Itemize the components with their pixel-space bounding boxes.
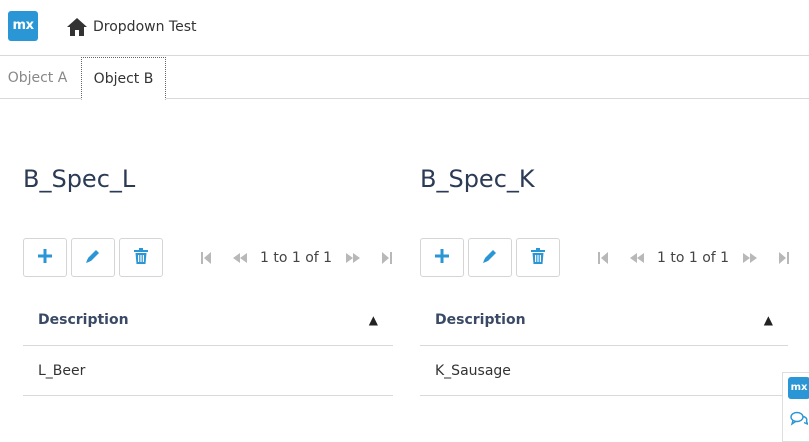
- feedback-chat-icon[interactable]: [790, 411, 809, 431]
- pencil-icon: [85, 248, 101, 268]
- plus-icon: [38, 248, 52, 267]
- pager-text: 1 to 1 of 1: [260, 249, 333, 266]
- panel-title: B_Spec_L: [23, 165, 136, 193]
- last-page-icon[interactable]: [773, 248, 795, 268]
- last-page-icon[interactable]: [376, 248, 398, 268]
- previous-page-icon[interactable]: [229, 248, 251, 268]
- tab-object-a[interactable]: Object A: [0, 57, 75, 99]
- tab-bar: Object A Object B: [0, 57, 809, 100]
- column-header-label: Description: [435, 312, 526, 328]
- pager: 1 to 1 of 1: [592, 238, 795, 277]
- grid-toolbar: 1 to 1 of 1: [23, 238, 393, 278]
- first-page-icon[interactable]: [592, 248, 614, 268]
- previous-page-icon[interactable]: [626, 248, 648, 268]
- app-header: mx Dropdown Test: [0, 0, 809, 56]
- mendix-logo[interactable]: mx: [8, 11, 38, 41]
- edit-button[interactable]: [71, 238, 115, 277]
- pager-text: 1 to 1 of 1: [657, 249, 730, 266]
- column-header-description[interactable]: Description ▲: [23, 295, 393, 346]
- tab-object-b[interactable]: Object B: [81, 57, 166, 100]
- table-row[interactable]: L_Beer: [23, 346, 393, 396]
- first-page-icon[interactable]: [195, 248, 217, 268]
- mendix-logo-icon[interactable]: mx: [788, 377, 809, 399]
- delete-button[interactable]: [119, 238, 163, 277]
- sort-ascending-icon: ▲: [763, 313, 773, 327]
- pencil-icon: [482, 248, 498, 268]
- pager: 1 to 1 of 1: [195, 238, 398, 277]
- plus-icon: [435, 248, 449, 267]
- trash-icon: [134, 247, 148, 268]
- data-grid: Description ▲ K_Sausage: [420, 295, 788, 396]
- column-header-description[interactable]: Description ▲: [420, 295, 788, 346]
- data-grid: Description ▲ L_Beer: [23, 295, 393, 396]
- next-page-icon[interactable]: [739, 248, 761, 268]
- home-link[interactable]: Dropdown Test: [67, 15, 196, 39]
- next-page-icon[interactable]: [342, 248, 364, 268]
- column-header-label: Description: [38, 312, 129, 328]
- home-icon: [67, 18, 87, 36]
- table-row[interactable]: K_Sausage: [420, 346, 788, 396]
- grid-toolbar: 1 to 1 of 1: [420, 238, 790, 278]
- home-label: Dropdown Test: [93, 19, 197, 35]
- feedback-widget[interactable]: mx: [782, 372, 809, 442]
- edit-button[interactable]: [468, 238, 512, 277]
- add-button[interactable]: [420, 238, 464, 277]
- trash-icon: [531, 247, 545, 268]
- delete-button[interactable]: [516, 238, 560, 277]
- add-button[interactable]: [23, 238, 67, 277]
- sort-ascending-icon: ▲: [368, 313, 378, 327]
- panel-title: B_Spec_K: [420, 165, 535, 193]
